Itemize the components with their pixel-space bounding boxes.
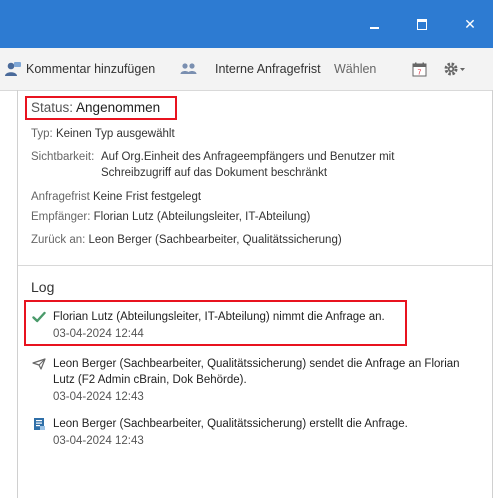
deadline-value: Keine Frist festgelegt <box>93 191 202 203</box>
type-label: Typ: <box>31 128 53 140</box>
log-entry-timestamp: 03-04-2024 12:44 <box>53 328 144 340</box>
recipient-value: Florian Lutz (Abteilungsleiter, IT-Abtei… <box>93 211 311 223</box>
checkmark-icon <box>32 311 46 323</box>
visibility-value-2: Schreibzugriff auf das Dokument beschrän… <box>101 167 328 179</box>
type-value: Keinen Typ ausgewählt <box>55 128 175 140</box>
internal-deadline-label: Interne Anfragefrist <box>215 62 321 76</box>
settings-dropdown[interactable] <box>443 48 467 90</box>
log-entry-text: Leon Berger (Sachbearbeiter, Qualitätssi… <box>53 358 460 386</box>
log-entry-timestamp: 03-04-2024 12:43 <box>53 435 144 447</box>
return-to-label: Zurück an: <box>31 234 86 246</box>
send-icon <box>32 358 46 370</box>
log-title: Log <box>31 279 55 295</box>
section-divider <box>18 265 492 266</box>
select-deadline-button[interactable]: Wählen <box>334 48 376 90</box>
panel-border-left <box>17 90 18 498</box>
svg-text:7: 7 <box>418 69 422 76</box>
people-button[interactable] <box>180 48 198 90</box>
close-icon[interactable]: ✕ <box>460 14 480 34</box>
visibility-label: Sichtbarkeit: <box>31 151 95 163</box>
deadline-row: Anfragefrist Keine Frist festgelegt <box>31 189 201 205</box>
toolbar: Kommentar hinzufügen Interne Anfragefris… <box>0 48 493 91</box>
user-comment-icon <box>5 62 21 76</box>
calendar-icon[interactable]: 7 <box>412 48 427 90</box>
title-bar: ✕ <box>0 0 493 48</box>
log-entry: Leon Berger (Sachbearbeiter, Qualitätssi… <box>32 356 492 408</box>
status-label: Status: <box>31 100 74 115</box>
log-entry-text: Florian Lutz (Abteilungsleiter, IT-Abtei… <box>53 311 385 323</box>
minimize-icon[interactable] <box>364 14 384 34</box>
add-comment-button[interactable]: Kommentar hinzufügen <box>4 48 155 90</box>
recipient-label: Empfänger: <box>31 211 91 223</box>
add-comment-label: Kommentar hinzufügen <box>26 62 156 76</box>
log-entry: Florian Lutz (Abteilungsleiter, IT-Abtei… <box>32 309 492 345</box>
visibility-row: Sichtbarkeit: <box>31 149 94 165</box>
log-entry: Leon Berger (Sachbearbeiter, Qualitätssi… <box>32 416 492 452</box>
document-icon <box>34 418 45 430</box>
return-to-row: Zurück an: Leon Berger (Sachbearbeiter, … <box>31 232 342 248</box>
deadline-label: Anfragefrist <box>31 191 90 203</box>
people-icon <box>180 63 197 74</box>
log-entry-timestamp: 03-04-2024 12:43 <box>53 391 144 403</box>
type-row: Typ: Keinen Typ ausgewählt <box>31 126 175 142</box>
return-to-value: Leon Berger (Sachbearbeiter, Qualitätssi… <box>88 234 342 246</box>
maximize-icon[interactable] <box>412 14 432 34</box>
gear-icon <box>444 62 465 76</box>
visibility-value-1: Auf Org.Einheit des Anfrageempfängers un… <box>101 151 395 163</box>
status-value: Angenommen <box>76 100 161 115</box>
status-line: Status: Angenommen <box>31 100 160 115</box>
recipient-row: Empfänger: Florian Lutz (Abteilungsleite… <box>31 209 310 225</box>
log-entry-text: Leon Berger (Sachbearbeiter, Qualitätssi… <box>53 418 408 430</box>
